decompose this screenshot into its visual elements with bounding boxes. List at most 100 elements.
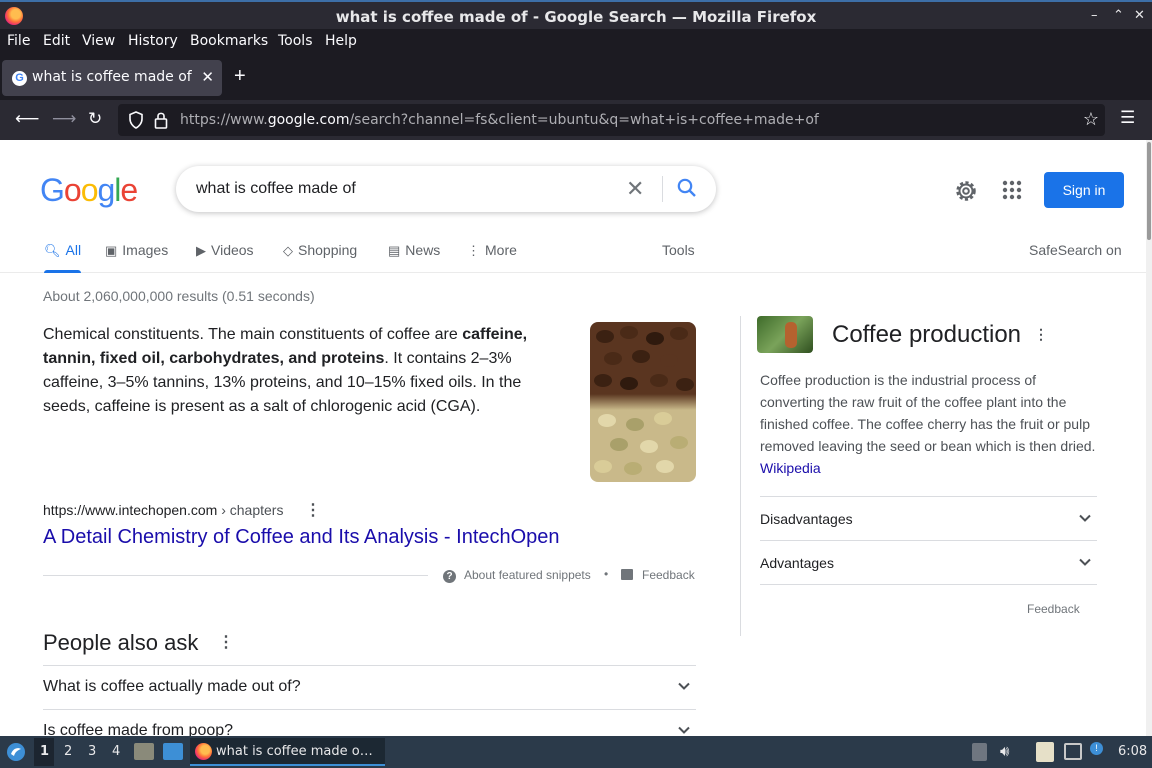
kp-row-advantages[interactable]: Advantages	[760, 540, 1097, 584]
logo-letter: o	[63, 172, 82, 208]
workspace-4[interactable]: 4	[112, 744, 120, 759]
search-small-icon: 🔍︎	[44, 243, 61, 258]
menu-history[interactable]: History	[128, 33, 178, 49]
menu-tools[interactable]: Tools	[278, 33, 313, 49]
coffee-beans-image[interactable]	[590, 322, 696, 482]
google-logo[interactable]: Google	[40, 172, 138, 209]
notification-tray-icon[interactable]: !	[1090, 742, 1103, 755]
kp-divider	[760, 584, 1097, 585]
result-more-options-icon[interactable]: ⋮	[305, 500, 321, 520]
google-apps-icon[interactable]	[1002, 180, 1022, 200]
reload-icon[interactable]: ↻	[88, 109, 102, 129]
tab-strip: G what is coffee made of - Google Search…	[0, 54, 1152, 100]
tab-title: what is coffee made of - Google Search	[32, 69, 192, 85]
search-box[interactable]: ✕	[176, 166, 716, 212]
menu-file[interactable]: File	[7, 33, 30, 49]
tab-images[interactable]: ▣ Images	[105, 242, 168, 259]
browser-tab[interactable]: G what is coffee made of - Google Search…	[2, 60, 222, 96]
menu-bookmarks[interactable]: Bookmarks	[190, 33, 268, 49]
workspace-1[interactable]: 1	[40, 744, 49, 759]
firefox-icon	[195, 743, 212, 760]
scrollbar-thumb[interactable]	[1147, 142, 1151, 240]
tracking-shield-icon[interactable]	[128, 111, 144, 129]
paa-question[interactable]: What is coffee actually made out of?	[43, 665, 696, 709]
tab-more[interactable]: ⋮ More	[467, 242, 517, 259]
lock-icon[interactable]	[154, 111, 168, 129]
kp-row-label: Disadvantages	[760, 511, 853, 527]
snippet-divider	[43, 575, 428, 576]
menu-view[interactable]: View	[82, 33, 115, 49]
notes-tray-icon[interactable]	[1036, 742, 1054, 762]
url-text[interactable]: https://www.google.com/search?channel=fs…	[180, 112, 819, 128]
search-tabs: 🔍︎ All ▣ Images ▶ Videos ◇ Shopping ▤ News ⋮ M…	[0, 240, 1146, 273]
clear-search-icon[interactable]: ✕	[626, 176, 644, 202]
clipboard-tray-icon[interactable]	[972, 743, 987, 761]
feedback-icon	[621, 569, 633, 580]
tab-videos[interactable]: ▶ Videos	[196, 242, 254, 259]
coffee-farmer-image[interactable]	[757, 316, 813, 353]
separator-bullet: •	[604, 567, 609, 581]
taskbar-window-title: what is coffee made o…	[216, 744, 373, 759]
bookmark-star-icon[interactable]: ☆	[1083, 109, 1099, 130]
kp-row-label: Advantages	[760, 555, 834, 571]
knowledge-panel-description: Coffee production is the industrial proc…	[760, 372, 1096, 454]
result-title-link[interactable]: A Detail Chemistry of Coffee and Its Ana…	[43, 526, 560, 549]
menu-bar: File Edit View History Bookmarks Tools H…	[0, 29, 1152, 54]
workspace-2[interactable]: 2	[64, 744, 72, 759]
network-tray-icon[interactable]	[1064, 743, 1082, 760]
paa-question-text: Is coffee made from poop?	[43, 722, 234, 736]
close-tab-icon[interactable]: ✕	[201, 68, 214, 86]
menu-edit[interactable]: Edit	[43, 33, 70, 49]
url-bar[interactable]: https://www.google.com/search?channel=fs…	[118, 104, 1105, 136]
knowledge-panel-separator	[740, 316, 741, 636]
tab-news[interactable]: ▤ News	[388, 242, 440, 259]
taskbar: 1 2 3 4 what is coffee made o… 🔊︎ ! 6:08	[0, 736, 1152, 768]
search-icon[interactable]	[676, 177, 698, 199]
tools-button[interactable]: Tools	[662, 242, 695, 258]
knowledge-panel-title: Coffee production	[832, 321, 1022, 348]
google-favicon-icon: G	[12, 71, 27, 86]
file-manager-icon[interactable]	[134, 743, 154, 760]
new-tab-button[interactable]: +	[234, 66, 246, 86]
chevron-down-icon	[1079, 558, 1091, 566]
navigation-bar: ⟵ ⟶ ↻ https://www.google.com/search?chan…	[0, 100, 1152, 140]
help-icon: ?	[443, 570, 456, 583]
workspace-3[interactable]: 3	[88, 744, 96, 759]
hamburger-menu-icon[interactable]: ☰	[1120, 108, 1135, 128]
page-scrollbar[interactable]	[1146, 140, 1152, 736]
close-window-button[interactable]: ✕	[1134, 8, 1145, 23]
settings-gear-icon[interactable]	[953, 178, 979, 204]
logo-letter: o	[80, 172, 99, 208]
safesearch-button[interactable]: SafeSearch on	[1029, 242, 1122, 258]
window-titlebar: what is coffee made of - Google Search —…	[0, 0, 1152, 29]
about-featured-snippets[interactable]: ? About featured snippets	[443, 568, 591, 583]
paa-question-text: What is coffee actually made out of?	[43, 678, 301, 695]
paa-more-options-icon[interactable]: ⋮	[218, 632, 234, 652]
desktop-icon[interactable]	[163, 743, 183, 760]
paa-question[interactable]: Is coffee made from poop?	[43, 709, 696, 736]
back-icon[interactable]: ⟵	[15, 109, 39, 129]
video-play-icon: ▶	[196, 243, 206, 258]
minimize-button[interactable]: –	[1091, 8, 1098, 23]
tab-shopping[interactable]: ◇ Shopping	[283, 242, 357, 259]
forward-icon[interactable]: ⟶	[52, 109, 76, 129]
logo-letter: G	[40, 172, 65, 208]
snippet-feedback-link[interactable]: Feedback	[621, 568, 695, 582]
kp-feedback-link[interactable]: Feedback	[1027, 602, 1080, 616]
maximize-button[interactable]: ⌃	[1113, 8, 1124, 23]
result-cite[interactable]: https://www.intechopen.com › chapters	[43, 502, 283, 518]
menu-help[interactable]: Help	[325, 33, 357, 49]
volume-icon[interactable]: 🔊︎	[1000, 742, 1009, 760]
taskbar-firefox-window[interactable]: what is coffee made o…	[190, 738, 385, 766]
result-stats: About 2,060,000,000 results (0.51 second…	[43, 288, 315, 304]
kp-row-disadvantages[interactable]: Disadvantages	[760, 496, 1097, 540]
kp-more-options-icon[interactable]: ⋮	[1034, 326, 1048, 343]
search-input[interactable]	[196, 177, 616, 201]
tab-all[interactable]: 🔍︎ All	[44, 242, 81, 259]
featured-snippet-text: Chemical constituents. The main constitu…	[43, 326, 528, 415]
active-tab-indicator	[44, 270, 81, 273]
clock: 6:08	[1118, 744, 1148, 759]
start-menu-icon[interactable]	[6, 742, 26, 762]
sign-in-button[interactable]: Sign in	[1044, 172, 1124, 208]
wikipedia-link[interactable]: Wikipedia	[760, 460, 821, 476]
